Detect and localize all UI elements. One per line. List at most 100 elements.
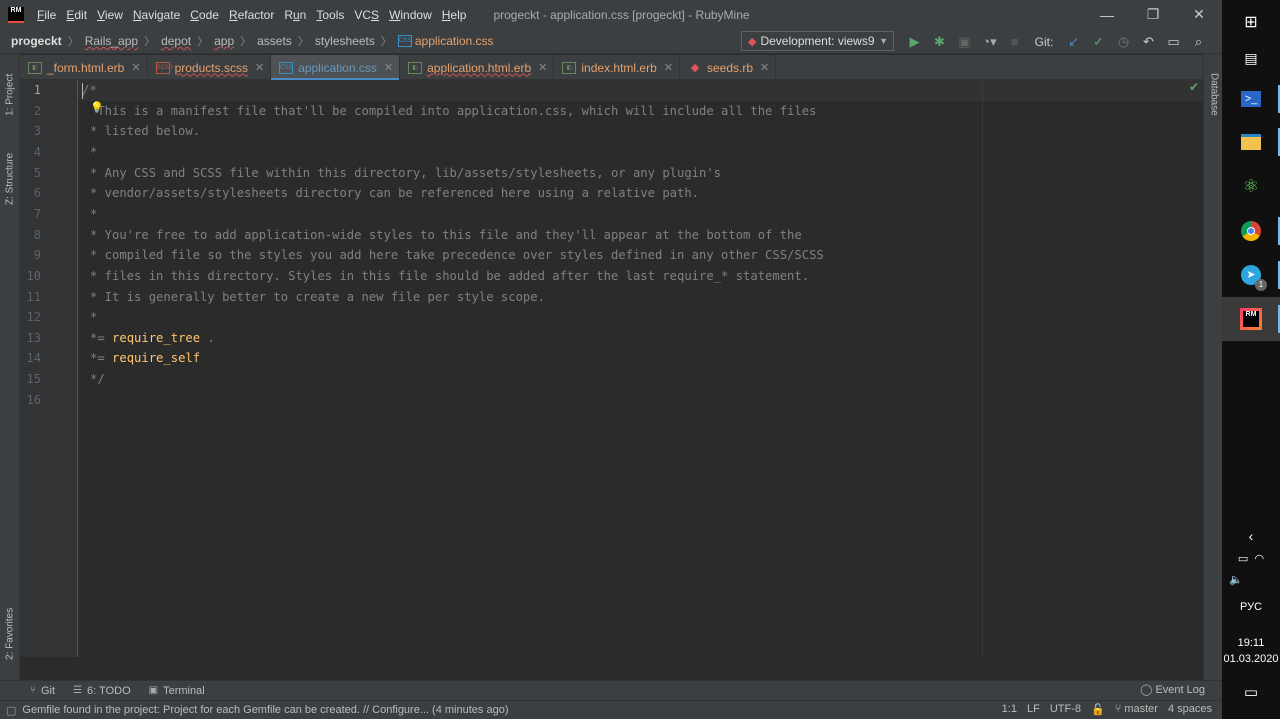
menu-item-0[interactable]: File	[32, 8, 61, 22]
tab-label: _form.html.erb	[47, 60, 125, 75]
vcs-commit-icon[interactable]: ✓	[1086, 34, 1111, 50]
run-icon[interactable]: ▶	[902, 34, 927, 50]
structure-tool-label: Z: Structure	[4, 152, 16, 206]
taskbar-telegram[interactable]: ➤ 1	[1222, 253, 1280, 297]
menu-item-8[interactable]: VCS	[349, 8, 384, 22]
taskbar-explorer[interactable]	[1222, 120, 1280, 164]
volume-icon[interactable]: 🔈	[1222, 573, 1280, 586]
restore-button[interactable]: ❐	[1130, 0, 1176, 29]
close-tab-icon[interactable]: ✕	[538, 61, 547, 74]
menu-item-text: n	[299, 7, 307, 22]
menu-item-4[interactable]: Code	[185, 8, 224, 22]
debug-icon[interactable]: ✱	[927, 34, 952, 50]
terminal-tool-button[interactable]: ▣ Terminal	[149, 685, 205, 697]
current-line-highlight	[78, 80, 1203, 101]
menu-item-text: indow	[400, 7, 432, 22]
breadcrumb-item[interactable]: stylesheets	[315, 34, 375, 48]
menu-item-3[interactable]: Navigate	[128, 8, 185, 22]
code-line: * files in this directory. Styles in thi…	[90, 268, 810, 283]
git-tool-button[interactable]: ⑂ Git	[30, 685, 55, 697]
editor-tab[interactable]: CSS application.css ✕	[271, 55, 401, 81]
window-controls: — ❐ ✕	[1084, 0, 1222, 29]
ruby-file-icon: ◆	[690, 61, 700, 74]
status-message-icon: ▢	[6, 704, 17, 717]
menu-item-text: avigate	[141, 7, 181, 22]
todo-tool-button[interactable]: ☰ 6: TODO	[73, 685, 131, 697]
code-line: This is a manifest file that'll be compi…	[90, 103, 817, 118]
stop-icon[interactable]: ■	[1002, 34, 1027, 49]
line-separator[interactable]: LF	[1027, 703, 1040, 716]
show-hidden-icons-button[interactable]: ‹	[1222, 528, 1280, 544]
layout-icon[interactable]: ▭	[1161, 34, 1186, 50]
editor-tab[interactable]: SCSS products.scss ✕	[148, 55, 272, 80]
battery-network-tray[interactable]: ▭ ◠	[1222, 552, 1280, 565]
rollback-icon[interactable]: ↶	[1136, 34, 1161, 50]
breadcrumb-item[interactable]: progeckt	[11, 34, 62, 48]
menu-item-6[interactable]: Run	[279, 8, 311, 22]
lock-icon[interactable]: 🔓	[1091, 703, 1105, 716]
git-branch-widget[interactable]: ⑂ master	[1115, 703, 1158, 716]
close-window-button[interactable]: ✕	[1176, 0, 1222, 29]
close-tab-icon[interactable]: ✕	[760, 61, 769, 74]
taskbar-powershell[interactable]: >_	[1222, 77, 1280, 121]
task-view-button[interactable]: ▤	[1222, 36, 1280, 80]
file-encoding[interactable]: UTF-8	[1050, 703, 1081, 716]
code-editor[interactable]: /* This is a manifest file that'll be co…	[78, 80, 1203, 657]
menu-item-5[interactable]: Refactor	[224, 8, 279, 22]
editor-gutter: 1 2 3 4 5 6 7 8 9 10 11 12 13 14 15 16	[20, 80, 78, 657]
menu-item-text: ode	[198, 7, 219, 22]
structure-tool-button[interactable]: Z: Structure	[0, 142, 20, 216]
database-tool-button[interactable]: Database	[1204, 62, 1224, 126]
close-tab-icon[interactable]: ✕	[255, 61, 264, 74]
breadcrumb-item[interactable]: app	[214, 34, 234, 48]
minimize-button[interactable]: —	[1084, 0, 1130, 29]
profile-icon[interactable]: ◔▾	[977, 34, 1002, 50]
editor-tab[interactable]: ◧ application.html.erb ✕	[400, 55, 555, 80]
close-tab-icon[interactable]: ✕	[384, 61, 393, 74]
line-number: 5	[33, 165, 41, 180]
breadcrumb-item[interactable]: application.css	[415, 34, 494, 48]
menu-item-text: VC	[354, 7, 372, 22]
clock-time[interactable]: 19:11	[1222, 637, 1280, 649]
coverage-icon[interactable]: ▣	[952, 34, 977, 50]
title-bar: RM File Edit View Navigate Code Refactor Run To…	[0, 0, 1222, 29]
event-log-button[interactable]: ◯ Event Log	[1140, 683, 1205, 696]
menu-item-9[interactable]: Window	[384, 8, 437, 22]
menu-item-1[interactable]: Edit	[61, 8, 92, 22]
input-language[interactable]: РУС	[1222, 601, 1280, 613]
menu-mnemonic: W	[389, 7, 401, 22]
terminal-icon: ▣	[148, 685, 159, 696]
history-icon[interactable]: ◷	[1111, 34, 1136, 50]
project-tool-button[interactable]: 1: Project	[0, 62, 20, 128]
close-tab-icon[interactable]: ✕	[664, 61, 673, 74]
breadcrumb-item[interactable]: Rails_app	[85, 34, 138, 48]
inspection-ok-icon[interactable]: ✔	[1189, 80, 1199, 94]
favorites-tool-button[interactable]: 2: Favorites	[0, 596, 20, 672]
menu-item-10[interactable]: Help	[437, 8, 472, 22]
search-icon[interactable]: ⌕	[1186, 34, 1211, 50]
notification-badge: 1	[1255, 279, 1267, 291]
taskbar-rubymine[interactable]: RM	[1222, 297, 1280, 341]
editor-tab[interactable]: ◧ index.html.erb ✕	[554, 55, 680, 80]
menu-item-7[interactable]: Tools	[311, 8, 349, 22]
menu-item-2[interactable]: View	[92, 8, 128, 22]
editor-tab[interactable]: ◆ seeds.rb ✕	[680, 55, 777, 80]
directive-prefix: *=	[90, 330, 105, 345]
breadcrumb-item[interactable]: depot	[161, 34, 191, 48]
action-center-icon[interactable]: ▭	[1222, 683, 1280, 701]
lightbulb-icon[interactable]: 💡	[90, 101, 104, 114]
taskbar-chrome[interactable]	[1222, 209, 1280, 253]
status-message[interactable]: Gemfile found in the project: Project fo…	[22, 704, 508, 716]
event-log-icon: ◯	[1140, 684, 1156, 696]
indent-setting[interactable]: 4 spaces	[1168, 703, 1212, 716]
code-line: */	[90, 372, 105, 387]
run-configuration-select[interactable]: ◆ Development: views9 ▼	[741, 31, 894, 51]
close-tab-icon[interactable]: ✕	[131, 61, 140, 74]
editor-tab[interactable]: ◧ _form.html.erb ✕	[20, 55, 148, 80]
breadcrumb-item[interactable]: assets	[257, 34, 292, 48]
code-line: * vendor/assets/stylesheets directory ca…	[90, 186, 700, 201]
taskbar-atom[interactable]: ⚛	[1222, 164, 1280, 208]
caret-position[interactable]: 1:1	[1002, 703, 1017, 716]
vcs-update-icon[interactable]: ↙	[1061, 34, 1086, 50]
clock-date[interactable]: 01.03.2020	[1222, 653, 1280, 665]
